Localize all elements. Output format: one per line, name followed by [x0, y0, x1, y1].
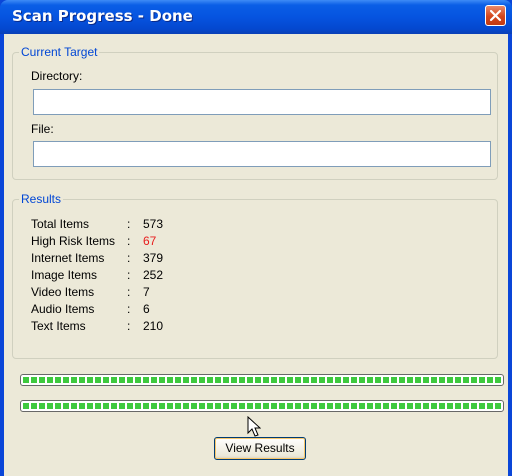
close-button[interactable]	[485, 5, 506, 26]
result-row: Total Items:573	[31, 216, 331, 232]
current-target-group: Current Target Directory: File:	[12, 45, 498, 180]
result-label: High Risk Items	[31, 234, 116, 248]
file-label: File:	[31, 122, 54, 136]
result-row: Text Items:210	[31, 318, 331, 334]
result-row: Internet Items:379	[31, 250, 331, 266]
current-target-legend: Current Target	[19, 45, 100, 59]
result-colon: :	[127, 268, 131, 282]
mouse-pointer-icon	[247, 416, 261, 437]
result-value: 252	[143, 268, 164, 282]
result-label: Text Items	[31, 319, 86, 333]
result-value: 379	[143, 251, 164, 265]
result-value: 67	[143, 234, 157, 248]
results-group: Results Total Items:573 High Risk Items:6…	[12, 192, 498, 359]
result-value: 210	[143, 319, 164, 333]
directory-label: Directory:	[31, 69, 83, 83]
result-colon: :	[127, 251, 131, 265]
result-label: Image Items	[31, 268, 98, 282]
progress-bar-1	[20, 374, 504, 386]
result-value: 6	[143, 302, 150, 316]
scan-progress-window: Scan Progress - Done Current Target Dire…	[0, 0, 512, 476]
result-label: Total Items	[31, 217, 90, 231]
result-row: Image Items:252	[31, 267, 331, 283]
result-row: Audio Items:6	[31, 301, 331, 317]
progress-bar-2	[20, 400, 504, 412]
progress-fill-1	[23, 377, 501, 383]
result-label: Internet Items	[31, 251, 105, 265]
file-field[interactable]	[33, 141, 491, 167]
result-label: Video Items	[31, 285, 95, 299]
result-value: 7	[143, 285, 150, 299]
result-colon: :	[127, 217, 131, 231]
result-colon: :	[127, 319, 131, 333]
window-title: Scan Progress - Done	[12, 7, 193, 25]
close-icon	[489, 9, 502, 22]
result-value: 573	[143, 217, 164, 231]
view-results-button[interactable]: View Results	[214, 437, 306, 460]
result-row: Video Items:7	[31, 284, 331, 300]
results-legend: Results	[19, 192, 64, 206]
directory-field[interactable]	[33, 89, 491, 115]
progress-fill-2	[23, 403, 501, 409]
title-bar[interactable]: Scan Progress - Done	[0, 0, 512, 34]
result-colon: :	[127, 302, 131, 316]
result-colon: :	[127, 234, 131, 248]
result-row: High Risk Items:67	[31, 233, 331, 249]
dialog-body: Current Target Directory: File: Results …	[4, 34, 508, 476]
result-label: Audio Items	[31, 302, 95, 316]
result-colon: :	[127, 285, 131, 299]
